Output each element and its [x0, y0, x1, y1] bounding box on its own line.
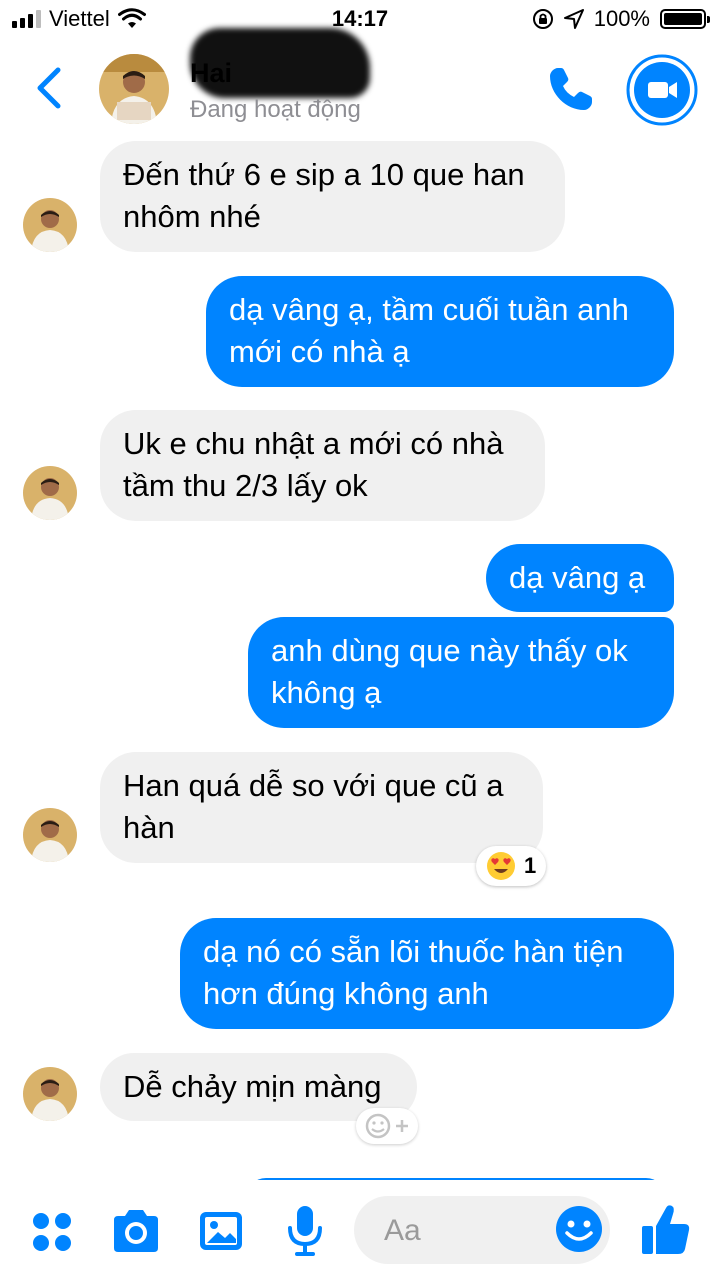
sender-avatar[interactable]	[23, 198, 77, 252]
status-bar: Viettel 14:17 100%	[0, 0, 720, 40]
incoming-message[interactable]: Uk e chu nhật a mới có nhà tầm thu 2/3 l…	[100, 410, 545, 521]
incoming-message[interactable]: Đến thứ 6 e sip a 10 que han nhôm nhé	[100, 141, 565, 252]
like-icon[interactable]	[640, 1202, 692, 1258]
add-reaction-icon	[365, 1113, 408, 1139]
message-input-field[interactable]	[354, 1196, 610, 1264]
outgoing-message[interactable]: dạ vâng ạ, tầm cuối tuần anh mới có nhà …	[206, 276, 674, 387]
reaction-count: 1	[524, 853, 537, 878]
video-call-icon[interactable]	[626, 54, 698, 126]
battery-percent: 100%	[593, 6, 650, 31]
incoming-message[interactable]: Han quá dễ so với que cũ a hàn	[100, 752, 543, 863]
conversation-header: Hai Đang hoạt động	[0, 28, 720, 140]
outgoing-message[interactable]: dạ nó có sẵn lõi thuốc hàn tiện hơn đúng…	[180, 918, 674, 1029]
camera-icon[interactable]	[110, 1208, 162, 1254]
sender-avatar[interactable]	[23, 1067, 77, 1121]
heart-eyes-emoji-icon	[487, 852, 515, 880]
message-reaction[interactable]: 1	[476, 846, 547, 886]
outgoing-message[interactable]: anh dùng que này thấy ok không ạ	[248, 617, 674, 728]
contact-avatar[interactable]	[99, 54, 169, 124]
active-status: Đang hoạt động	[190, 96, 361, 123]
back-icon[interactable]	[30, 66, 70, 110]
status-right: 100%	[532, 6, 710, 32]
message-composer	[0, 1180, 720, 1280]
location-icon	[563, 9, 584, 29]
apps-icon[interactable]	[30, 1210, 74, 1254]
orientation-lock-icon	[532, 9, 553, 29]
add-reaction-button[interactable]	[356, 1108, 418, 1144]
emoji-icon[interactable]	[554, 1204, 604, 1254]
image-icon[interactable]	[198, 1208, 244, 1254]
phone-icon[interactable]	[544, 64, 596, 116]
sender-avatar[interactable]	[23, 466, 77, 520]
contact-name[interactable]: Hai	[190, 58, 232, 89]
message-input[interactable]	[382, 1210, 546, 1252]
battery-icon	[660, 9, 710, 29]
microphone-icon[interactable]	[285, 1204, 325, 1258]
outgoing-message[interactable]: dạ vâng ạ	[486, 544, 674, 612]
sender-avatar[interactable]	[23, 808, 77, 862]
